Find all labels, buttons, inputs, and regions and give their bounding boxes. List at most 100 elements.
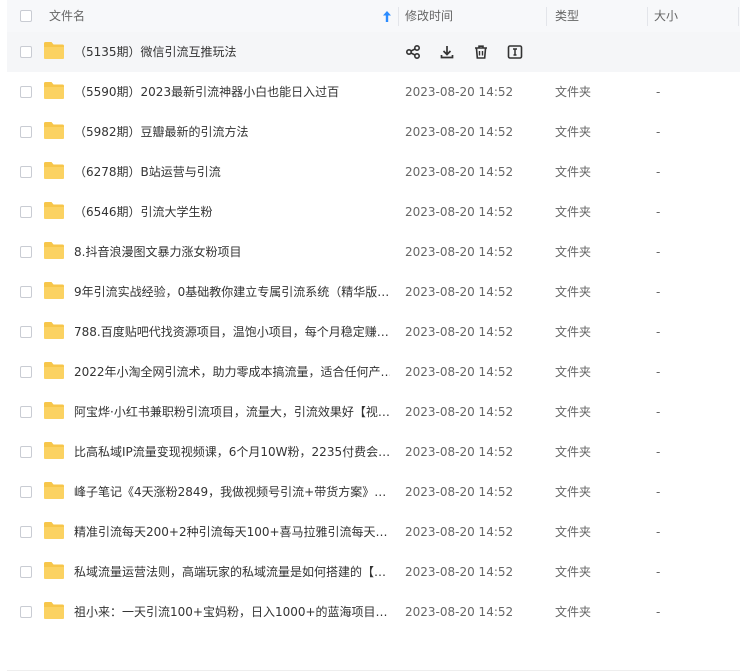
row-checkbox[interactable]	[20, 566, 32, 578]
select-all-checkbox[interactable]	[20, 10, 32, 22]
folder-icon[interactable]	[43, 201, 65, 220]
modified-time: 2023-08-20 14:52	[405, 165, 514, 179]
file-name[interactable]: 祖小来：一天引流100+宝妈粉，日入1000+的蓝海项目…	[74, 592, 390, 632]
column-header-size[interactable]: 大小	[654, 0, 678, 33]
file-name[interactable]: 8.抖音浪漫图文暴力涨女粉项目	[74, 232, 390, 272]
share-icon[interactable]	[405, 44, 421, 60]
row-checkbox[interactable]	[20, 326, 32, 338]
column-divider[interactable]	[546, 7, 547, 26]
file-name[interactable]: （5590期）2023最新引流神器小白也能日入过百	[74, 72, 390, 112]
file-row[interactable]: 2022年小淘全网引流术，助力零成本搞流量，适合任何产… 2023-08-20 1…	[7, 352, 740, 392]
column-divider[interactable]	[647, 7, 648, 26]
folder-icon[interactable]	[43, 401, 65, 420]
file-row[interactable]: 788.百度贴吧代找资源项目，温饱小项目，每个月稳定赚… 2023-08-20 1…	[7, 312, 740, 352]
file-name[interactable]: 788.百度贴吧代找资源项目，温饱小项目，每个月稳定赚…	[74, 312, 390, 352]
row-checkbox[interactable]	[20, 366, 32, 378]
file-size: -	[656, 605, 661, 619]
file-name[interactable]: （5982期）豆瓣最新的引流方法	[74, 112, 390, 152]
file-list: （5135期）微信引流互推玩法 （5590期）2023最新引流神器小白也能日入过百…	[7, 32, 740, 632]
folder-icon[interactable]	[43, 161, 65, 180]
row-checkbox[interactable]	[20, 126, 32, 138]
file-name[interactable]: （6278期）B站运营与引流	[74, 152, 390, 192]
file-row[interactable]: （6278期）B站运营与引流 2023-08-20 14:52 文件夹 -	[7, 152, 740, 192]
file-row[interactable]: 私域流量运营法则，高端玩家的私域流量是如何搭建的【… 2023-08-20 14:…	[7, 552, 740, 592]
folder-icon[interactable]	[43, 561, 65, 580]
column-header-name[interactable]: 文件名	[49, 0, 85, 33]
file-row[interactable]: （5982期）豆瓣最新的引流方法 2023-08-20 14:52 文件夹 -	[7, 112, 740, 152]
file-type: 文件夹	[555, 365, 592, 379]
file-name[interactable]: 阿宝烨·小红书兼职粉引流项目，流量大，引流效果好【视…	[74, 392, 390, 432]
file-type: 文件夹	[555, 165, 592, 179]
file-type: 文件夹	[555, 245, 592, 259]
row-checkbox[interactable]	[20, 446, 32, 458]
row-checkbox[interactable]	[20, 246, 32, 258]
file-row[interactable]: （5135期）微信引流互推玩法	[7, 32, 740, 72]
file-row[interactable]: 阿宝烨·小红书兼职粉引流项目，流量大，引流效果好【视… 2023-08-20 14…	[7, 392, 740, 432]
row-checkbox[interactable]	[20, 526, 32, 538]
folder-icon[interactable]	[43, 361, 65, 380]
file-name[interactable]: 2022年小淘全网引流术，助力零成本搞流量，适合任何产…	[74, 352, 390, 392]
file-table: 文件名 修改时间 类型 大小 （5135期）微信引流互推玩法 （5590期）202…	[7, 0, 740, 619]
file-type: 文件夹	[555, 325, 592, 339]
row-checkbox[interactable]	[20, 206, 32, 218]
file-name[interactable]: 比高私域IP流量变现视频课，6个月10W粉，2235付费会…	[74, 432, 390, 472]
modified-time: 2023-08-20 14:52	[405, 205, 514, 219]
download-icon[interactable]	[439, 44, 455, 60]
file-name[interactable]: 私域流量运营法则，高端玩家的私域流量是如何搭建的【…	[74, 552, 390, 592]
row-checkbox[interactable]	[20, 286, 32, 298]
file-name[interactable]: 精准引流每天200+2种引流每天100+喜马拉雅引流每天…	[74, 512, 390, 552]
folder-icon[interactable]	[43, 241, 65, 260]
file-size: -	[656, 85, 661, 99]
folder-icon[interactable]	[43, 81, 65, 100]
file-row[interactable]: 9年引流实战经验，0基础教你建立专属引流系统（精华版… 2023-08-20 14…	[7, 272, 740, 312]
file-type: 文件夹	[555, 485, 592, 499]
row-checkbox[interactable]	[20, 86, 32, 98]
file-row[interactable]: 精准引流每天200+2种引流每天100+喜马拉雅引流每天… 2023-08-20 …	[7, 512, 740, 552]
folder-icon[interactable]	[43, 41, 65, 60]
folder-icon[interactable]	[43, 121, 65, 140]
column-divider[interactable]	[398, 7, 399, 26]
file-row[interactable]: 峰子笔记《4天涨粉2849，我做视频号引流+带货方案》… 2023-08-20 1…	[7, 472, 740, 512]
file-type: 文件夹	[555, 605, 592, 619]
file-name[interactable]: 9年引流实战经验，0基础教你建立专属引流系统（精华版…	[74, 272, 390, 312]
row-checkbox[interactable]	[20, 166, 32, 178]
file-name[interactable]: （6546期）引流大学生粉	[74, 192, 390, 232]
modified-time: 2023-08-20 14:52	[405, 445, 514, 459]
folder-icon[interactable]	[43, 481, 65, 500]
file-size: -	[656, 205, 661, 219]
sort-ascending-icon[interactable]	[383, 11, 391, 22]
file-size: -	[656, 565, 661, 579]
modified-time: 2023-08-20 14:52	[405, 245, 514, 259]
column-header-type[interactable]: 类型	[555, 0, 579, 33]
file-name[interactable]: 峰子笔记《4天涨粉2849，我做视频号引流+带货方案》…	[74, 472, 390, 512]
row-checkbox[interactable]	[20, 606, 32, 618]
file-row[interactable]: 祖小来：一天引流100+宝妈粉，日入1000+的蓝海项目… 2023-08-20 …	[7, 592, 740, 632]
modified-time: 2023-08-20 14:52	[405, 605, 514, 619]
folder-icon[interactable]	[43, 441, 65, 460]
rename-icon[interactable]	[507, 44, 523, 60]
file-type: 文件夹	[555, 285, 592, 299]
folder-icon[interactable]	[43, 281, 65, 300]
file-row[interactable]: 8.抖音浪漫图文暴力涨女粉项目 2023-08-20 14:52 文件夹 -	[7, 232, 740, 272]
file-row[interactable]: （5590期）2023最新引流神器小白也能日入过百 2023-08-20 14:5…	[7, 72, 740, 112]
modified-time: 2023-08-20 14:52	[405, 85, 514, 99]
modified-time: 2023-08-20 14:52	[405, 405, 514, 419]
row-checkbox[interactable]	[20, 46, 32, 58]
row-checkbox[interactable]	[20, 406, 32, 418]
column-header-modified[interactable]: 修改时间	[405, 0, 453, 33]
modified-time: 2023-08-20 14:52	[405, 565, 514, 579]
file-row[interactable]: （6546期）引流大学生粉 2023-08-20 14:52 文件夹 -	[7, 192, 740, 232]
folder-icon[interactable]	[43, 321, 65, 340]
file-name[interactable]: （5135期）微信引流互推玩法	[74, 32, 390, 72]
file-size: -	[656, 485, 661, 499]
file-size: -	[656, 445, 661, 459]
folder-icon[interactable]	[43, 521, 65, 540]
file-type: 文件夹	[555, 445, 592, 459]
delete-icon[interactable]	[473, 44, 489, 60]
file-type: 文件夹	[555, 525, 592, 539]
row-checkbox[interactable]	[20, 486, 32, 498]
modified-time: 2023-08-20 14:52	[405, 485, 514, 499]
file-row[interactable]: 比高私域IP流量变现视频课，6个月10W粉，2235付费会… 2023-08-20…	[7, 432, 740, 472]
column-divider[interactable]	[738, 7, 739, 26]
folder-icon[interactable]	[43, 601, 65, 620]
